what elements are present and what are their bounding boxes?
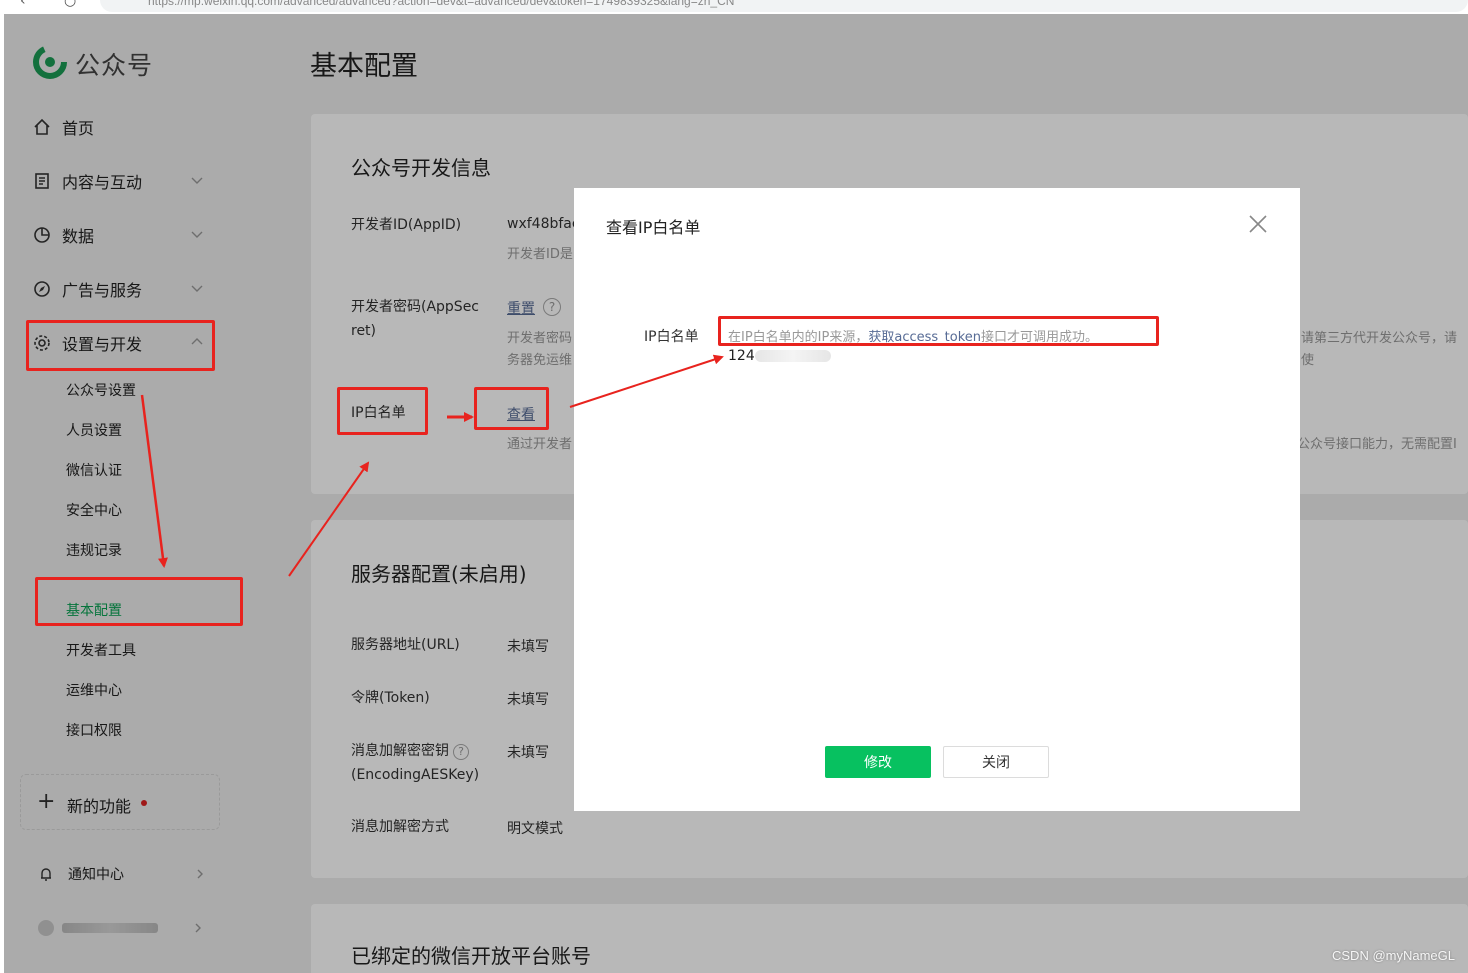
app-window: 公众号 首页 内容与互动 数据 广告与服务 设置与开发 公众号设置 人员设置 微… [4,14,1468,973]
back-icon[interactable]: ‹ [20,0,26,9]
annotation-box-view-link [474,387,549,430]
annotation-box-tip [718,316,1159,346]
ip-visible-part: 124 [728,348,755,364]
ip-whitelist-dialog: 查看IP白名单 IP白名单 在IP白名单内的IP来源，获取access_toke… [574,188,1300,811]
ip-redacted-part [754,350,831,362]
ip-whitelist-label: IP白名单 [644,329,699,345]
ip-whitelist-value: 124 [728,348,831,364]
address-text: https://mp.weixin.qq.com/advanced/advanc… [148,0,735,8]
annotation-box-settings [26,320,215,371]
modify-button[interactable]: 修改 [825,746,931,778]
annotation-box-ip-label [337,387,428,435]
watermark: CSDN @myNameGL [1332,948,1455,963]
close-button[interactable]: 关闭 [943,746,1049,778]
close-icon[interactable] [1246,212,1270,236]
dialog-title: 查看IP白名单 [606,218,701,237]
annotation-box-basic-config [35,577,243,626]
browser-toolbar: ‹ ○ https://mp.weixin.qq.com/advanced/ad… [0,0,1468,14]
reload-icon[interactable]: ○ [64,0,76,9]
